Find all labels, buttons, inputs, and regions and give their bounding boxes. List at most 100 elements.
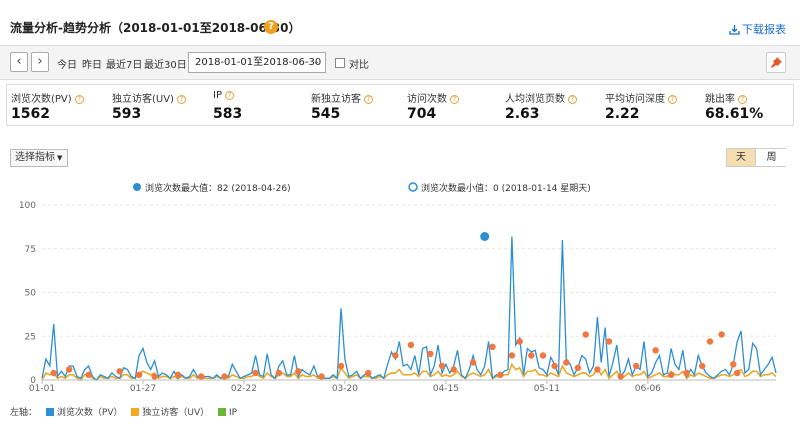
quick-range-yesterday[interactable]: 昨日	[82, 56, 102, 71]
data-point-marker	[516, 338, 523, 345]
select-metric-label: 选择指标	[15, 152, 55, 163]
title-bar: 流量分析-趋势分析（2018-01-01至2018-06-30） ? 下载报表	[0, 0, 800, 40]
series-line-0	[41, 236, 777, 381]
chart-series	[41, 236, 777, 381]
metric-value: 593	[112, 106, 142, 122]
metric-value: 583	[213, 106, 243, 122]
data-point-marker	[563, 359, 570, 366]
data-point-marker	[652, 347, 659, 354]
data-point-marker	[718, 331, 725, 338]
x-tick-label: 05-11	[534, 384, 560, 394]
metric-label: 独立访客(UV)	[112, 94, 174, 105]
data-point-marker	[438, 362, 446, 370]
legend-item-uv[interactable]: 独立访客（UV）	[131, 405, 209, 418]
max-point-marker	[480, 232, 490, 241]
x-tick-label: 02-22	[231, 384, 257, 394]
data-point-marker	[667, 371, 675, 378]
y-tick-label: 25	[25, 332, 36, 342]
data-point-marker	[135, 371, 143, 378]
legend-swatch	[217, 408, 226, 416]
data-point-marker	[275, 369, 283, 377]
trend-chart: 1007550250 浏览次数最大值：82 (2018-04-26) 浏览次数最小…	[19, 182, 777, 394]
data-point-marker	[337, 362, 345, 370]
help-icon[interactable]: ?	[74, 95, 84, 104]
metric-label: 平均访问深度	[605, 94, 665, 105]
next-period-button[interactable]: ›	[31, 52, 49, 72]
chart-legend: 左轴： 浏览次数（PV） 独立访客（UV） IP	[10, 405, 243, 418]
pin-icon	[771, 57, 782, 68]
data-point-marker	[489, 343, 496, 350]
period-week-button[interactable]: 周	[757, 149, 786, 166]
compare-label: 对比	[349, 60, 369, 71]
data-point-marker	[469, 359, 477, 366]
date-range-select[interactable]: 2018-01-01至2018-06-30 ⌄	[188, 52, 326, 73]
data-point-marker	[85, 371, 92, 378]
quick-range-7days[interactable]: 最近7日	[106, 56, 142, 71]
download-icon	[729, 25, 740, 35]
legend-label: IP	[228, 408, 238, 418]
download-report-link[interactable]: 下载报表	[729, 21, 786, 37]
x-tick-label: 03-20	[332, 384, 358, 394]
x-tick-label: 01-01	[29, 384, 55, 394]
data-point-marker	[365, 369, 372, 377]
chart-annotations: 浏览次数最大值：82 (2018-04-26) 浏览次数最小值：0 (2018-0…	[133, 182, 591, 194]
max-marker-legend	[133, 183, 141, 191]
x-tick-label: 04-15	[433, 384, 459, 394]
data-point-marker	[295, 368, 302, 375]
data-point-marker	[582, 331, 589, 338]
help-icon[interactable]: ?	[450, 95, 459, 104]
chart-markers	[50, 232, 741, 380]
select-metric-dropdown[interactable]: 选择指标 ▼	[10, 149, 68, 167]
date-toolbar: ‹ › 今日 昨日 最近7日 最近30日 2018-01-01至2018-06-…	[0, 45, 800, 80]
help-icon[interactable]: ?	[176, 95, 186, 104]
data-point-marker	[551, 362, 558, 370]
data-point-marker	[617, 373, 624, 380]
pin-button[interactable]	[766, 52, 786, 73]
data-point-marker	[497, 371, 504, 378]
metric-label: 浏览次数(PV)	[11, 94, 72, 105]
download-label: 下载报表	[742, 23, 786, 36]
data-point-marker	[528, 352, 535, 359]
help-icon[interactable]: ?	[568, 95, 577, 104]
data-point-marker	[539, 352, 547, 359]
data-point-marker	[699, 362, 706, 370]
data-point-marker	[594, 366, 601, 373]
data-point-marker	[116, 368, 123, 375]
help-icon[interactable]: ?	[224, 91, 234, 100]
legend-label: 浏览次数（PV）	[56, 408, 123, 418]
data-point-marker	[427, 350, 434, 357]
chevron-down-icon: ⌄	[312, 57, 320, 67]
legend-swatch	[131, 408, 140, 416]
data-point-marker	[221, 373, 228, 380]
data-point-marker	[198, 373, 205, 380]
page-title: 流量分析-趋势分析（2018-01-01至2018-06-30）	[10, 21, 301, 35]
data-point-marker	[574, 364, 582, 371]
x-tick-label: 06-06	[635, 384, 661, 394]
y-tick-label: 50	[25, 289, 37, 299]
data-point-marker	[706, 338, 714, 345]
legend-item-ip[interactable]: IP	[217, 408, 238, 418]
help-icon[interactable]: ?	[668, 95, 677, 104]
data-point-marker	[252, 369, 259, 377]
metric-value: 704	[407, 106, 437, 122]
prev-period-button[interactable]: ‹	[10, 52, 28, 72]
quick-range-today[interactable]: 今日	[57, 56, 77, 71]
help-icon[interactable]: ?	[738, 95, 747, 104]
help-icon[interactable]: ?	[264, 20, 278, 34]
period-day-button[interactable]: 天	[727, 149, 756, 166]
help-icon[interactable]: ?	[364, 95, 373, 104]
legend-prefix: 左轴：	[10, 408, 38, 418]
metric-label: 新独立访客	[311, 94, 361, 105]
legend-item-pv[interactable]: 浏览次数（PV）	[45, 405, 123, 418]
metric-value: 2.22	[605, 106, 640, 122]
chevron-down-icon: ▼	[57, 154, 63, 162]
max-annotation: 浏览次数最大值：82 (2018-04-26)	[145, 182, 291, 194]
y-tick-label: 75	[25, 245, 36, 255]
date-range-value: 2018-01-01至2018-06-30	[195, 57, 322, 68]
data-point-marker	[392, 352, 399, 359]
compare-checkbox[interactable]	[335, 58, 345, 68]
legend-swatch	[45, 408, 54, 416]
data-point-marker	[50, 369, 57, 377]
quick-range-30days[interactable]: 最近30日	[144, 56, 187, 71]
data-point-marker	[633, 362, 640, 370]
